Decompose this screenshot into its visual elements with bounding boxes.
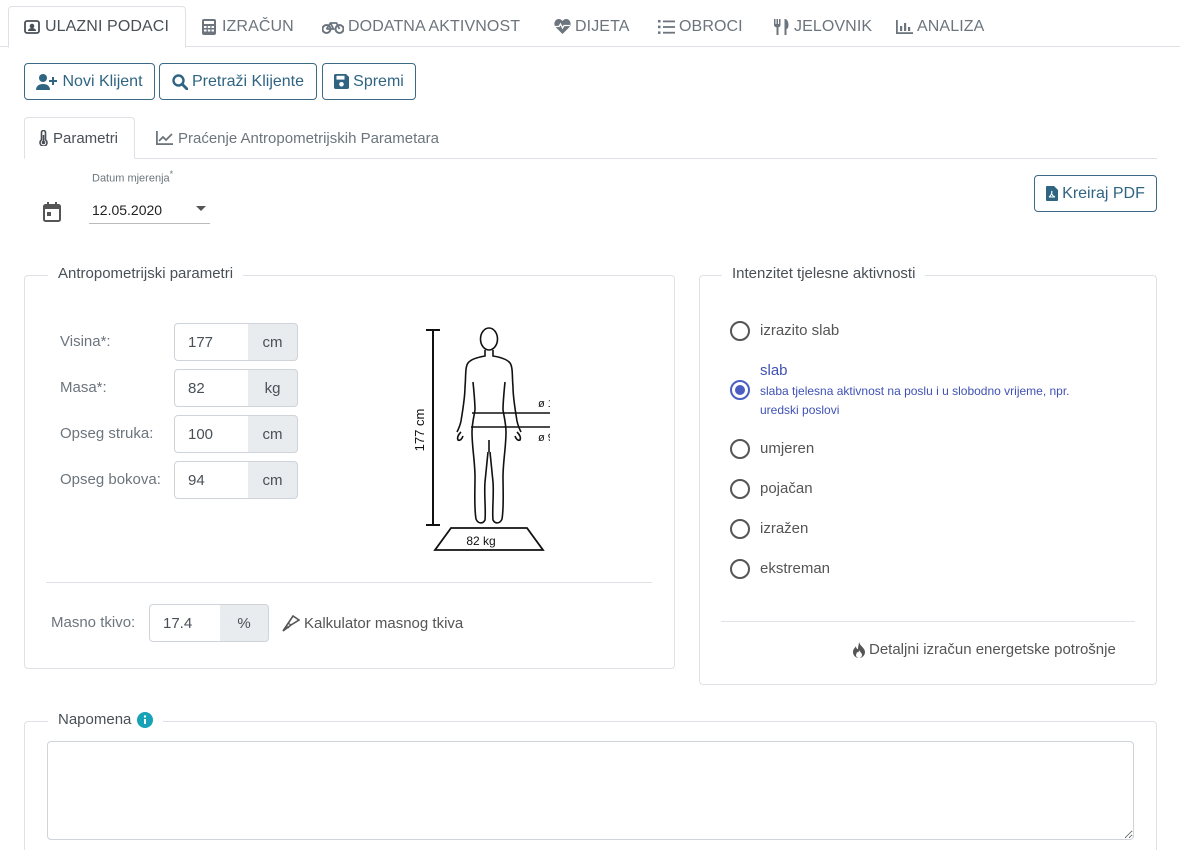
note-legend-label: Napomena [58,711,132,728]
activity-legend: Intenzitet tjelesne aktivnosti [722,265,926,282]
search-icon [172,73,188,90]
tab-label: ANALIZA [917,17,985,35]
figure-waist-label: ø 100 cm [538,398,550,410]
date-underline [89,223,210,224]
chart-bar-icon [895,19,913,35]
height-unit: cm [248,323,298,361]
height-label: Visina*: [60,333,111,350]
utensils-icon [772,18,790,35]
anthropometric-legend: Antropometrijski parametri [48,265,244,282]
note-textarea[interactable] [47,741,1134,840]
hips-input[interactable]: 94 [174,461,249,499]
radio-label: umjeren [760,440,815,457]
calendar-icon[interactable] [43,202,61,222]
radio-label: pojačan [760,480,813,497]
caliper-icon [282,614,300,632]
save-label: Spremi [353,72,404,90]
search-clients-label: Pretraži Klijente [191,72,305,90]
tab-label: Parametri [53,129,119,147]
main-tabs: ULAZNI PODACI IZRAČUN DODATNA AKTIVNOST … [0,0,1180,48]
tab-dodatna-aktivnost[interactable]: DODATNA AKTIVNOST [322,6,520,47]
radio-izrazen[interactable] [730,519,750,539]
new-client-button[interactable]: Novi Klijent [24,63,155,100]
tab-label: Praćenje Antropometrijskih Parametara [178,129,439,147]
tab-label: DODATNA AKTIVNOST [348,17,521,35]
thermometer-icon [39,130,48,146]
fat-input[interactable]: 17.4 [149,604,221,642]
radio-umjeren[interactable] [730,439,750,459]
tab-pracenje[interactable]: Praćenje Antropometrijskih Parametara [156,117,439,159]
mass-input[interactable]: 82 [174,369,249,407]
radio-ekstreman[interactable] [730,559,750,579]
new-client-label: Novi Klijent [62,72,143,90]
note-legend: Napomena [48,711,164,728]
user-plus-icon [36,73,58,90]
calculator-icon [200,18,218,35]
radio-description: slaba tjelesna aktivnost na poslu i u sl… [760,384,1070,417]
create-pdf-label: Kreiraj PDF [1062,184,1145,202]
tab-dijeta[interactable]: DIJETA [553,6,630,47]
height-input[interactable]: 177 [174,323,249,361]
heartbeat-icon [553,19,571,35]
radio-izrazito-slab[interactable] [730,321,750,341]
waist-label: Opseg struka: [60,425,154,442]
fat-unit: % [220,604,269,642]
figure-weight-label: 82 kg [466,534,495,548]
bicycle-icon [322,19,344,35]
waist-unit: cm [248,415,298,453]
radio-label: izražen [760,520,809,537]
user-id-icon [23,19,41,35]
fat-calculator-label: Kalkulator masnog tkiva [304,614,464,632]
radio-slab[interactable] [730,380,750,400]
save-button[interactable]: Spremi [322,63,416,100]
energy-detail-link[interactable]: Detaljni izračun energetske potrošnje [853,641,1116,658]
hips-label: Opseg bokova: [60,471,161,488]
dropdown-arrow-icon[interactable] [196,206,206,211]
radio-label: ekstreman [760,560,831,577]
pdf-file-icon [1046,186,1059,201]
list-icon [657,19,675,35]
radio-label: slab [760,362,788,379]
info-icon[interactable] [137,711,154,728]
divider [721,621,1135,622]
tab-parametri[interactable]: Parametri [24,117,136,159]
fat-calculator-link[interactable]: Kalkulator masnog tkiva [282,614,463,632]
tab-label: DIJETA [575,17,630,35]
tab-izracun[interactable]: IZRAČUN [200,6,294,47]
tab-analiza[interactable]: ANALIZA [895,6,984,47]
floppy-disk-icon [334,74,350,89]
hips-unit: cm [248,461,298,499]
figure-height-label: 177 cm [412,409,427,452]
tab-ulazni-podaci[interactable]: ULAZNI PODACI [8,6,186,48]
date-field[interactable]: 12.05.2020 [92,202,162,218]
radio-label: izrazito slab [760,322,840,339]
figure-hip-label: ø 94 cm [538,432,550,444]
tab-label: OBROCI [679,17,743,35]
mass-label: Masa*: [60,379,107,396]
mass-unit: kg [248,369,298,407]
body-figure: 177 cm ø 100 cm ø 94 cm 82 kg [412,327,550,551]
date-label: Datum mjerenja* [92,169,174,185]
tab-label: IZRAČUN [222,17,294,35]
radio-pojacan[interactable] [730,479,750,499]
fat-label: Masno tkivo: [51,614,136,631]
tab-obroci[interactable]: OBROCI [657,6,743,47]
energy-detail-label: Detaljni izračun energetske potrošnje [869,641,1116,658]
tab-jelovnik[interactable]: JELOVNIK [772,6,872,47]
tab-label: JELOVNIK [794,17,873,35]
tab-label: ULAZNI PODACI [45,18,169,35]
divider [46,582,652,583]
sub-tabs: Parametri Praćenje Antropometrijskih Par… [24,117,1157,159]
search-clients-button[interactable]: Pretraži Klijente [159,63,317,100]
waist-input[interactable]: 100 [174,415,249,453]
create-pdf-button[interactable]: Kreiraj PDF [1034,175,1157,212]
flame-icon [853,641,865,658]
line-chart-icon [156,131,173,145]
